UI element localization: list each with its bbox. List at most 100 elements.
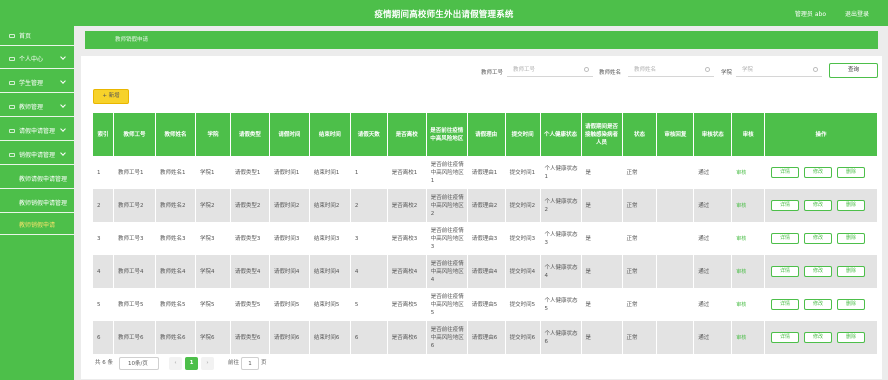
add-button[interactable]: + 新增: [93, 89, 129, 104]
menu-icon: [9, 104, 15, 109]
delete-button[interactable]: 删除: [837, 233, 866, 244]
table-cell: 是否离校5: [387, 288, 427, 321]
goto-page-input[interactable]: 1: [241, 357, 259, 370]
detail-button[interactable]: 详情: [771, 200, 800, 211]
table-cell: 是否前往疫情中高风险地区2: [426, 189, 468, 222]
column-header: 请假时间: [269, 113, 310, 156]
chevron-down-icon: [60, 54, 66, 60]
table-cell: 教师姓名6: [155, 321, 197, 354]
chevron-down-icon: [60, 102, 66, 108]
college-input[interactable]: 学院: [736, 64, 822, 77]
logout-link[interactable]: 退出登录: [845, 9, 869, 18]
column-header: 请假类型: [230, 113, 270, 156]
sidebar-item-leave-requests[interactable]: 请假申请管理: [0, 121, 74, 141]
delete-button[interactable]: 删除: [837, 266, 866, 277]
audit-link[interactable]: 审核: [736, 203, 746, 209]
column-header: 提交时间: [505, 113, 541, 156]
detail-button[interactable]: 详情: [771, 332, 800, 343]
column-header: 是否前往疫情中高风险地区: [426, 113, 468, 156]
audit-link[interactable]: 审核: [736, 335, 746, 341]
table-cell: 3: [350, 222, 388, 255]
column-header: 教师姓名: [155, 113, 197, 156]
sidebar-item-return-requests[interactable]: 销假申请管理: [0, 145, 74, 165]
teacher-id-input[interactable]: 教师工号: [507, 64, 593, 77]
table-cell: 是否前往疫情中高风险地区4: [426, 255, 468, 288]
table-cell: 请假理由2: [467, 189, 506, 222]
table-cell: 提交时间3: [505, 222, 541, 255]
sidebar-item-teachers[interactable]: 教师管理: [0, 97, 74, 117]
table-cell: 教师姓名4: [155, 255, 197, 288]
detail-button[interactable]: 详情: [771, 299, 800, 310]
table-cell: 请假理由5: [467, 288, 506, 321]
goto-label: 前往: [228, 360, 240, 366]
table-cell: 请假理由1: [467, 156, 506, 189]
edit-button[interactable]: 修改: [804, 233, 833, 244]
table-cell: 提交时间2: [505, 189, 541, 222]
table-cell: 请假类型1: [230, 156, 270, 189]
page-size-select[interactable]: 10条/页: [119, 357, 159, 370]
table-cell: 个人健康状态3: [540, 222, 582, 255]
table-cell: 教师工号3: [113, 222, 157, 255]
sidebar-item-home[interactable]: 首页: [0, 26, 74, 46]
detail-button[interactable]: 详情: [771, 233, 800, 244]
table-cell: 1: [350, 156, 388, 189]
sidebar-item-label: 教师销假申请: [19, 222, 56, 229]
edit-button[interactable]: 修改: [804, 200, 833, 211]
sidebar-item-label: 学生管理: [19, 80, 44, 87]
table-cell: 教师姓名3: [155, 222, 197, 255]
search-icon: [813, 67, 818, 72]
table-cell: 结束时间6: [309, 321, 351, 354]
next-page-button[interactable]: ›: [201, 357, 214, 370]
query-button[interactable]: 查询: [829, 63, 878, 78]
sidebar-item-students[interactable]: 学生管理: [0, 73, 74, 93]
prev-page-button[interactable]: ‹: [169, 357, 182, 370]
audit-link[interactable]: 审核: [736, 302, 746, 308]
table-cell: 学院3: [195, 222, 231, 255]
table-cell: 3: [93, 222, 114, 255]
table-cell: 请假类型6: [230, 321, 270, 354]
detail-button[interactable]: 详情: [771, 266, 800, 277]
sidebar-item-teacher-leave[interactable]: 教师请假申请管理: [0, 169, 74, 189]
table-cell: 提交时间4: [505, 255, 541, 288]
delete-button[interactable]: 删除: [837, 167, 866, 178]
sidebar-item-teacher-return[interactable]: 教师销假申请管理: [0, 193, 74, 213]
table-cell: 5: [93, 288, 114, 321]
table-cell: 学院5: [195, 288, 231, 321]
column-header: 是否离校: [387, 113, 427, 156]
edit-button[interactable]: 修改: [804, 167, 833, 178]
audit-link[interactable]: 审核: [736, 236, 746, 242]
sidebar-item-teacher-return-apply[interactable]: 教师销假申请: [0, 215, 74, 235]
table-cell: 正常: [622, 222, 658, 255]
table-cell: 请假类型4: [230, 255, 270, 288]
audit-link[interactable]: 审核: [736, 170, 746, 176]
audit-cell: 审核: [731, 156, 766, 189]
table-cell: 1: [93, 156, 114, 189]
column-header: 请假天数: [350, 113, 388, 156]
table-cell: 教师工号2: [113, 189, 157, 222]
table-cell: 是否前往疫情中高风险地区5: [426, 288, 468, 321]
edit-button[interactable]: 修改: [804, 299, 833, 310]
chevron-down-icon: [60, 126, 66, 132]
delete-button[interactable]: 删除: [837, 200, 866, 211]
table-cell: 6: [350, 321, 388, 354]
page-number-1[interactable]: 1: [185, 357, 198, 370]
delete-button[interactable]: 删除: [837, 332, 866, 343]
table-cell: 结束时间5: [309, 288, 351, 321]
sidebar-item-profile[interactable]: 个人中心: [0, 49, 74, 69]
table-cell: 2: [350, 189, 388, 222]
column-header: 个人健康状态: [540, 113, 582, 156]
table-cell: 学院2: [195, 189, 231, 222]
table-cell: 6: [93, 321, 114, 354]
table-cell: 教师姓名5: [155, 288, 197, 321]
edit-button[interactable]: 修改: [804, 332, 833, 343]
table-cell: 是否离校6: [387, 321, 427, 354]
edit-button[interactable]: 修改: [804, 266, 833, 277]
table-cell: 结束时间4: [309, 255, 351, 288]
detail-button[interactable]: 详情: [771, 167, 800, 178]
delete-button[interactable]: 删除: [837, 299, 866, 310]
column-header: 审核: [731, 113, 766, 156]
teacher-name-input[interactable]: 教师姓名: [628, 64, 714, 77]
table-cell: 5: [350, 288, 388, 321]
audit-link[interactable]: 审核: [736, 269, 746, 275]
sidebar-item-label: 教师请假申请管理: [19, 176, 68, 183]
